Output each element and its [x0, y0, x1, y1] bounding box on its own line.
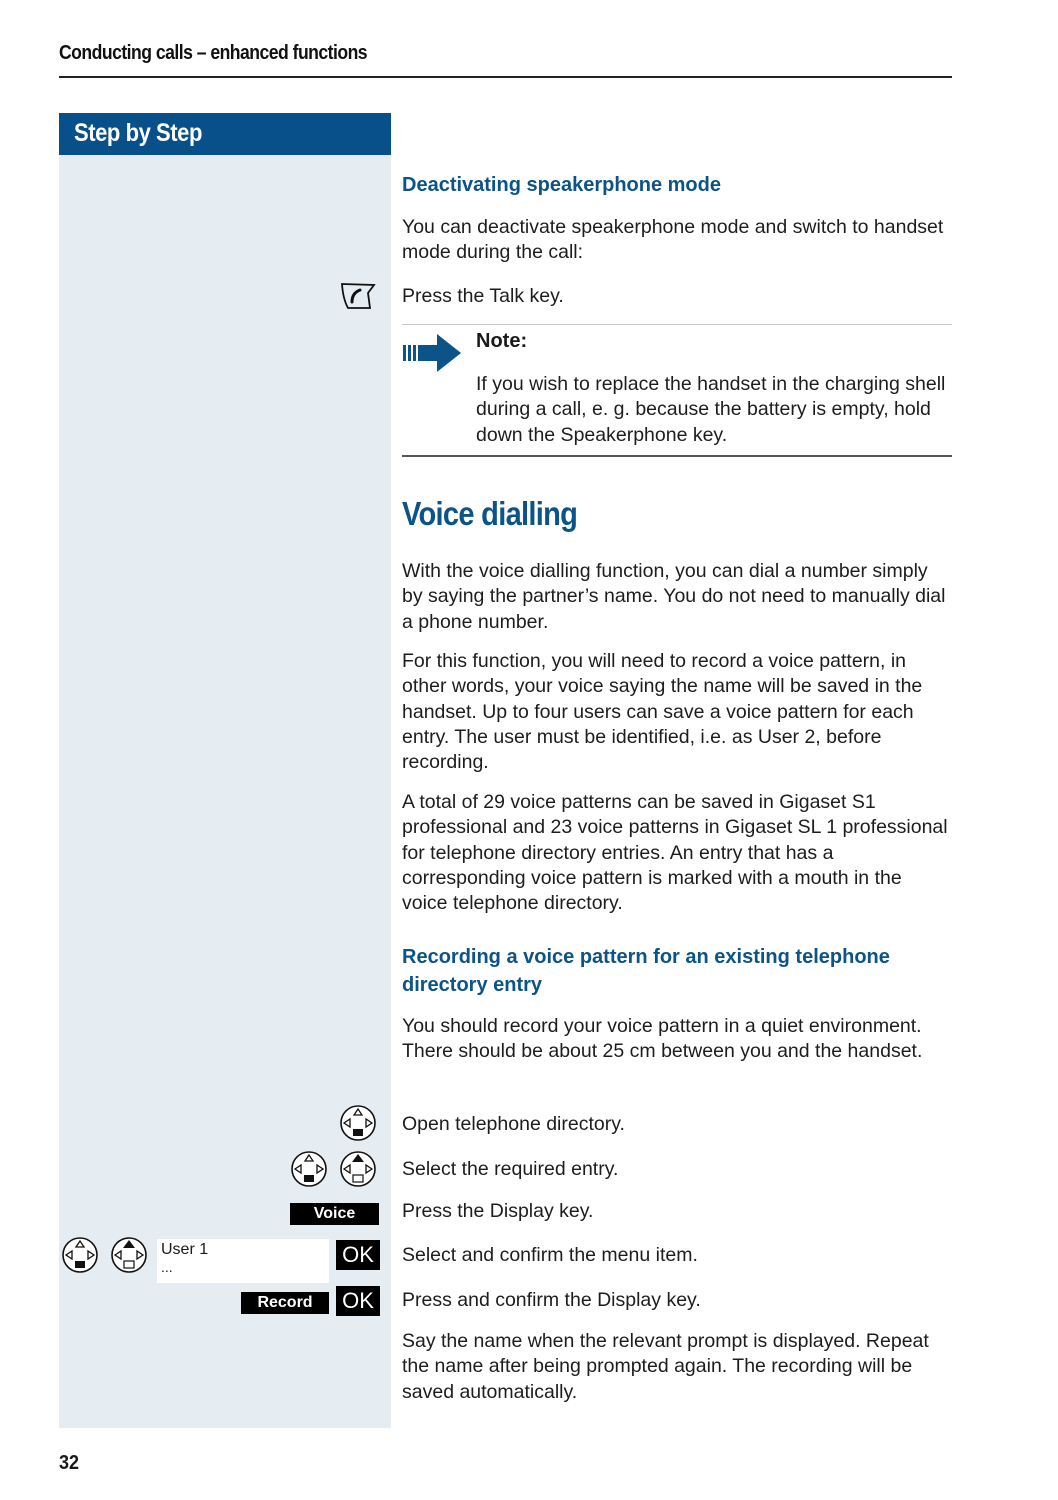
nav-key-down-icon [291, 1151, 327, 1187]
step-select-confirm: Select and confirm the menu item. [402, 1244, 698, 1266]
step-talk-key: Press the Talk key. [402, 285, 564, 307]
page-number: 32 [59, 1452, 80, 1474]
paragraph-voice-dialling-3: A total of 29 voice patterns can be save… [402, 791, 948, 915]
talk-key-icon [341, 283, 376, 309]
note-text: If you wish to replace the handset in th… [476, 373, 946, 446]
paragraph-recording-outro: Say the name when the relevant prompt is… [402, 1330, 929, 1403]
voice-display-key[interactable]: Voice [290, 1203, 379, 1225]
paragraph-voice-dialling-1: With the voice dialling function, you ca… [402, 560, 946, 633]
handset-display: User 1 ... [157, 1239, 329, 1283]
note-bottom-rule [402, 455, 952, 457]
note-top-rule [402, 324, 952, 325]
heading-recording: Recording a voice pattern for an existin… [402, 946, 890, 996]
nav-key-up-icon [340, 1151, 376, 1187]
nav-key-down-icon [62, 1237, 98, 1273]
note-arrow-icon [403, 334, 461, 372]
step-open-directory: Open telephone directory. [402, 1113, 625, 1135]
running-title: Conducting calls – enhanced functions [59, 42, 368, 64]
step-press-display-key: Press the Display key. [402, 1200, 594, 1222]
nav-key-down-icon [340, 1105, 376, 1141]
paragraph-voice-dialling-2: For this function, you will need to reco… [402, 650, 923, 774]
display-more: ... [161, 1259, 173, 1275]
heading-deactivating: Deactivating speakerphone mode [402, 174, 721, 196]
heading-voice-dialling: Voice dialling [402, 495, 578, 532]
header-rule [59, 76, 952, 78]
record-display-key[interactable]: Record [241, 1292, 329, 1314]
note-label: Note: [476, 330, 528, 352]
step-press-confirm: Press and confirm the Display key. [402, 1289, 701, 1311]
paragraph-recording-intro: You should record your voice pattern in … [402, 1015, 923, 1063]
ok-key[interactable]: OK [336, 1286, 380, 1316]
step-select-entry: Select the required entry. [402, 1158, 619, 1180]
nav-key-up-icon [111, 1237, 147, 1273]
paragraph-deactivating: You can deactivate speakerphone mode and… [402, 216, 944, 264]
sidebar-header: Step by Step [59, 113, 391, 155]
sidebar-title: Step by Step [74, 119, 202, 147]
display-menu-item: User 1 [161, 1241, 209, 1258]
ok-key[interactable]: OK [336, 1240, 380, 1270]
